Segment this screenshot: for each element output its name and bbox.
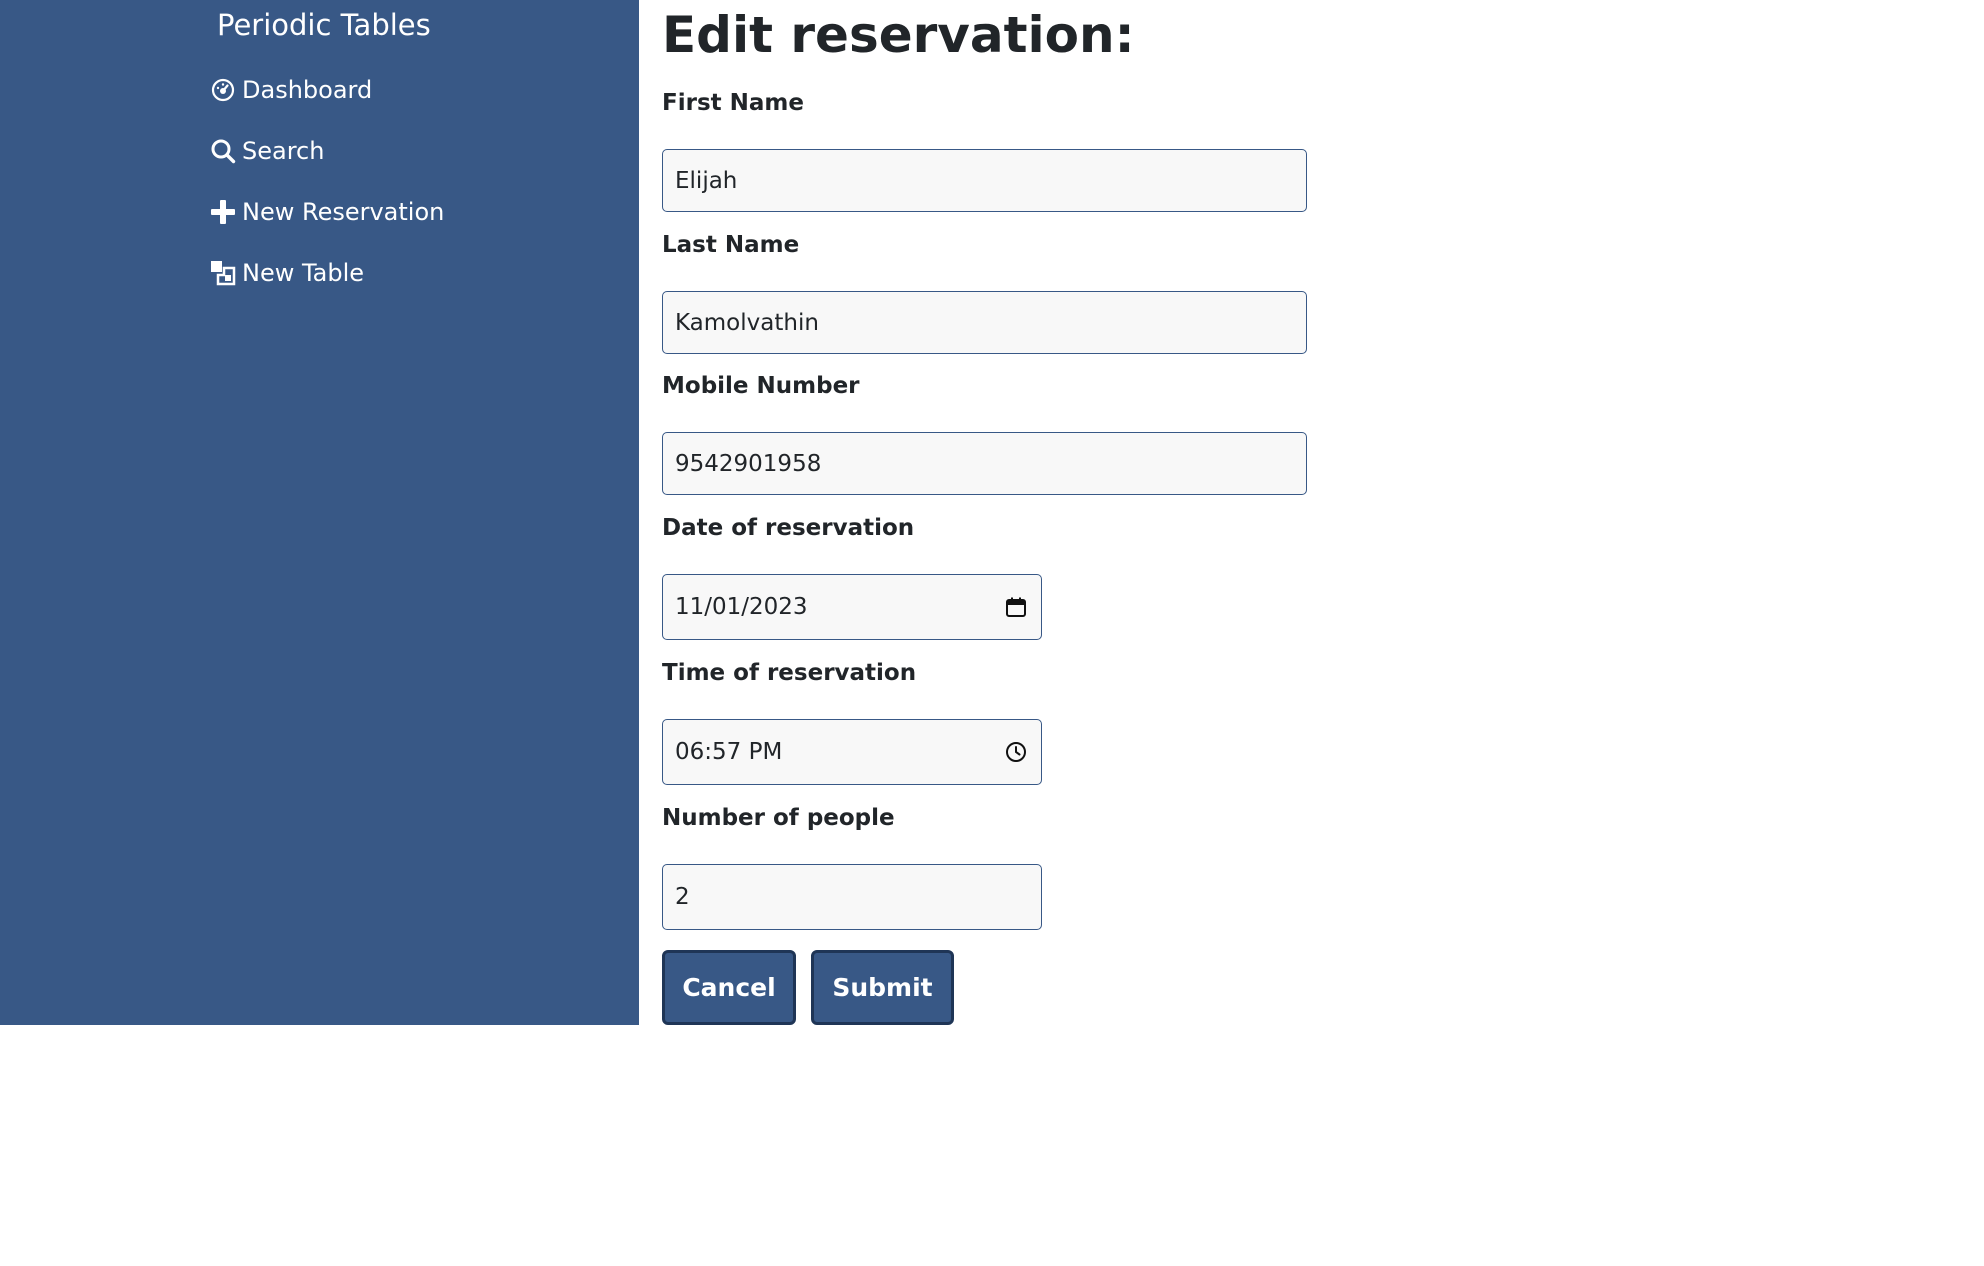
last-name-input[interactable]: [662, 291, 1307, 354]
cancel-button[interactable]: Cancel: [662, 950, 796, 1025]
sidebar-item-label: Search: [242, 137, 325, 165]
sidebar-item-new-reservation[interactable]: New Reservation: [210, 193, 444, 231]
reservation-time-value: 06:57 PM: [675, 739, 783, 765]
clock-icon[interactable]: [1003, 739, 1029, 765]
reservation-date-input[interactable]: 11/01/2023: [662, 574, 1042, 640]
sidebar: Periodic Tables Dashboard Search New Res…: [0, 0, 639, 1025]
reservation-time-label: Time of reservation: [662, 660, 917, 686]
reservation-date-label: Date of reservation: [662, 515, 915, 541]
page-title: Edit reservation:: [662, 6, 1135, 64]
sidebar-item-dashboard[interactable]: Dashboard: [210, 71, 372, 109]
submit-button[interactable]: Submit: [811, 950, 954, 1025]
people-input[interactable]: [662, 864, 1042, 930]
calendar-icon[interactable]: [1003, 594, 1029, 620]
dashboard-icon: [210, 77, 236, 103]
reservation-time-input[interactable]: 06:57 PM: [662, 719, 1042, 785]
mobile-number-label: Mobile Number: [662, 373, 860, 399]
first-name-label: First Name: [662, 90, 804, 116]
sidebar-item-label: Dashboard: [242, 76, 373, 104]
brand-title[interactable]: Periodic Tables: [217, 8, 431, 42]
sidebar-item-new-table[interactable]: New Table: [210, 254, 364, 292]
sidebar-item-label: New Table: [242, 259, 365, 287]
reservation-date-value: 11/01/2023: [675, 594, 808, 620]
people-label: Number of people: [662, 805, 895, 831]
new-table-icon: [210, 260, 236, 286]
sidebar-item-search[interactable]: Search: [210, 132, 324, 170]
last-name-label: Last Name: [662, 232, 800, 258]
plus-icon: [210, 199, 236, 225]
search-icon: [210, 138, 236, 164]
mobile-number-input[interactable]: [662, 432, 1307, 495]
sidebar-item-label: New Reservation: [242, 198, 445, 226]
first-name-input[interactable]: [662, 149, 1307, 212]
